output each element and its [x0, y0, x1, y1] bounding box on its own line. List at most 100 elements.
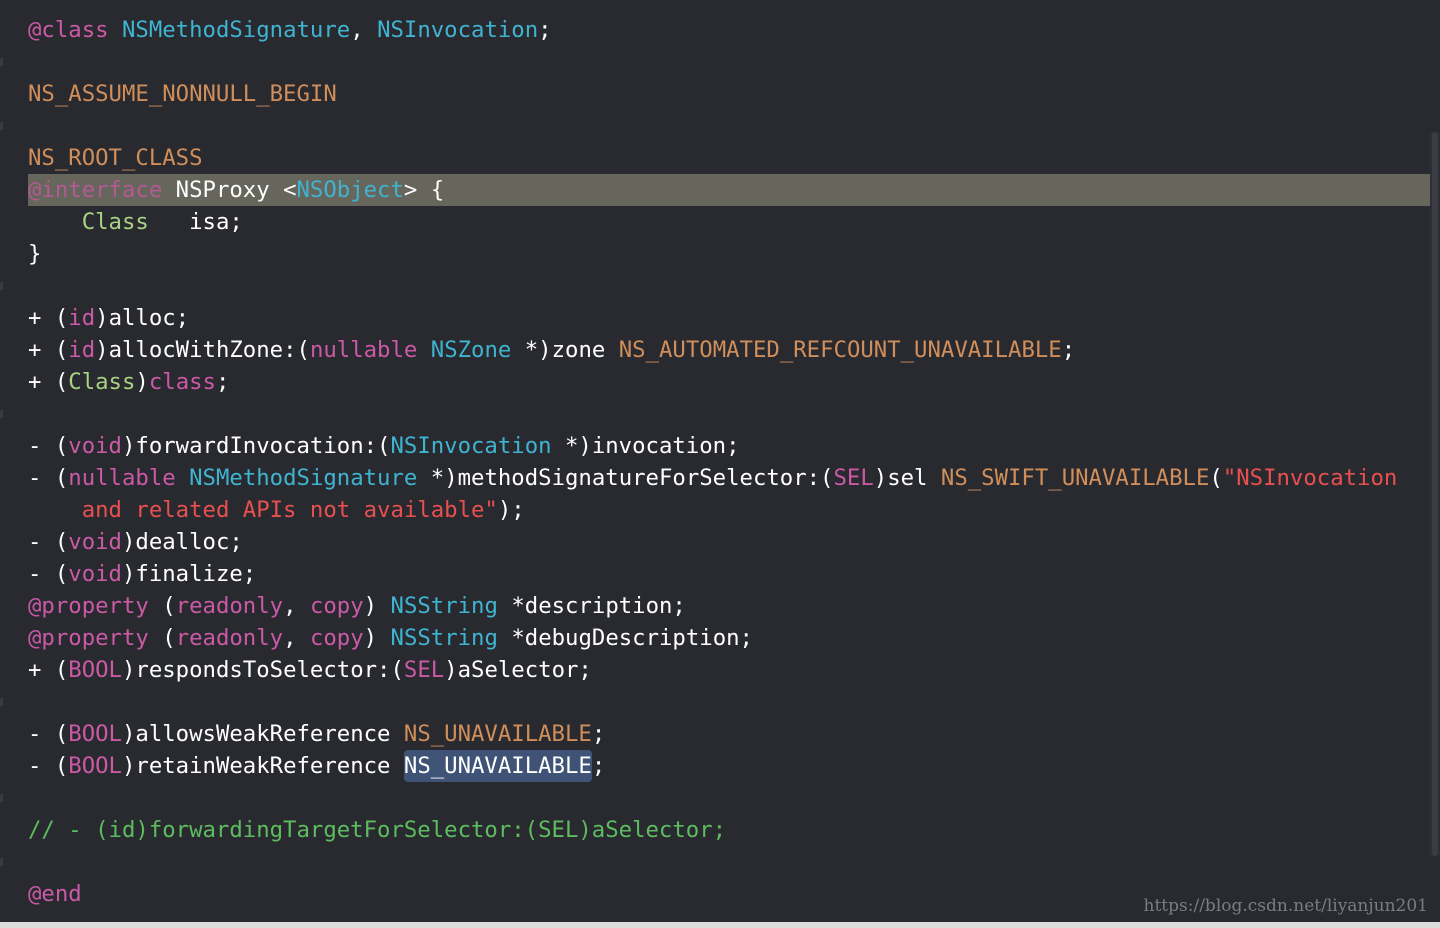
code-token: + ( [28, 657, 69, 683]
code-token: + ( [28, 305, 69, 331]
code-token: - ( [28, 561, 69, 587]
code-token: BOOL [68, 657, 122, 683]
code-token: @property [28, 593, 149, 619]
code-token: *)methodSignatureForSelector:( [417, 465, 834, 491]
code-token: SEL [833, 465, 874, 491]
code-token: class [148, 369, 216, 395]
code-token: SEL [403, 657, 445, 683]
code-token: ) [135, 369, 149, 395]
code-token: nullable [68, 465, 176, 491]
code-line[interactable]: - (nullable NSMethodSignature *)methodSi… [0, 462, 1440, 494]
code-token: and related APIs not available" [81, 497, 498, 523]
code-editor[interactable]: @class NSMethodSignature, NSInvocation; N… [0, 0, 1440, 928]
code-line[interactable] [0, 398, 1440, 430]
code-token: )aSelector; [444, 657, 592, 683]
code-token: NSMethodSignature [189, 465, 418, 491]
code-token: NSString [390, 625, 498, 651]
code-token: )alloc; [95, 305, 190, 331]
code-line-text: NS_ASSUME_NONNULL_BEGIN [28, 78, 337, 110]
code-line[interactable]: @class NSMethodSignature, NSInvocation; [0, 14, 1440, 46]
code-token: readonly [175, 593, 284, 619]
code-line-text: + (Class)class; [28, 366, 229, 398]
code-token: NS_ASSUME_NONNULL_BEGIN [28, 81, 337, 107]
code-token: isa; [148, 209, 243, 235]
code-line-text: @class NSMethodSignature, NSInvocation; [28, 14, 552, 46]
code-token: NS_SWIFT_UNAVAILABLE [940, 465, 1210, 491]
watermark-text: https://blog.csdn.net/liyanjun201 [1143, 896, 1428, 916]
code-token: nullable [309, 337, 418, 363]
code-line[interactable] [0, 46, 1440, 78]
code-line[interactable]: NS_ROOT_CLASS [0, 142, 1440, 174]
code-line[interactable] [0, 686, 1440, 718]
code-line-text: + (id)alloc; [28, 302, 189, 334]
code-token: NSInvocation [390, 433, 552, 459]
code-line-text: - (void)finalize; [28, 558, 256, 590]
code-line[interactable]: - (BOOL)retainWeakReference NS_UNAVAILAB… [0, 750, 1440, 782]
scrollbar-thumb[interactable] [1432, 132, 1438, 856]
code-line[interactable]: // - (id)forwardingTargetForSelector:(SE… [0, 814, 1440, 846]
code-token: Class [81, 209, 149, 235]
code-line-text: Class isa; [28, 206, 243, 238]
code-token: NSString [390, 593, 498, 619]
code-line[interactable]: @interface NSProxy <NSObject> { [0, 174, 1440, 206]
code-token: @interface [28, 177, 163, 203]
code-token: } [28, 241, 42, 267]
code-line[interactable]: Class isa; [0, 206, 1440, 238]
code-line[interactable]: and related APIs not available"); [0, 494, 1440, 526]
code-line[interactable]: - (void)forwardInvocation:(NSInvocation … [0, 430, 1440, 462]
code-token: ; [215, 369, 230, 395]
code-line[interactable] [0, 846, 1440, 878]
code-token: NSMethodSignature [121, 17, 351, 43]
code-token: )dealloc; [121, 529, 243, 555]
code-line[interactable]: } [0, 238, 1440, 270]
code-token: NSInvocation [377, 17, 539, 43]
code-line[interactable]: + (Class)class; [0, 366, 1440, 398]
code-line[interactable]: - (void)finalize; [0, 558, 1440, 590]
code-line-text: @property (readonly, copy) NSString *deb… [28, 622, 753, 654]
code-line-text: - (void)forwardInvocation:(NSInvocation … [28, 430, 740, 462]
code-token: BOOL [68, 721, 122, 747]
code-line[interactable] [0, 270, 1440, 302]
code-token: @end [28, 881, 82, 907]
code-line[interactable]: - (void)dealloc; [0, 526, 1440, 558]
code-line-text: and related APIs not available"); [28, 494, 525, 526]
code-token: NSProxy < [162, 177, 297, 203]
code-line[interactable]: + (id)allocWithZone:(nullable NSZone *)z… [0, 334, 1440, 366]
code-token: )finalize; [121, 561, 257, 587]
code-line[interactable] [0, 782, 1440, 814]
code-line[interactable]: NS_ASSUME_NONNULL_BEGIN [0, 78, 1440, 110]
code-line-text: - (nullable NSMethodSignature *)methodSi… [28, 462, 1397, 494]
code-token: *description; [497, 593, 686, 619]
code-token: - ( [28, 465, 69, 491]
code-line[interactable]: + (BOOL)respondsToSelector:(SEL)aSelecto… [0, 654, 1440, 686]
code-token: NS_AUTOMATED_REFCOUNT_UNAVAILABLE [618, 337, 1062, 363]
code-token: ); [497, 497, 525, 523]
code-token: Class [68, 369, 136, 395]
code-token: @class [28, 17, 109, 43]
code-line[interactable] [0, 110, 1440, 142]
code-token: *)invocation; [551, 433, 740, 459]
code-line[interactable]: @property (readonly, copy) NSString *des… [0, 590, 1440, 622]
code-token: id [68, 337, 96, 363]
bottom-edge [0, 922, 1440, 928]
code-line-text: NS_ROOT_CLASS [28, 142, 203, 174]
code-line-text: - (BOOL)allowsWeakReference NS_UNAVAILAB… [28, 718, 605, 750]
code-token: ( [148, 593, 176, 619]
code-token: readonly [175, 625, 284, 651]
code-token: *)zone [511, 337, 619, 363]
code-line[interactable]: + (id)alloc; [0, 302, 1440, 334]
code-token: ) [363, 625, 391, 651]
code-token: NS_ROOT_CLASS [28, 145, 203, 171]
code-token: copy [309, 593, 364, 619]
code-line[interactable]: @property (readonly, copy) NSString *deb… [0, 622, 1440, 654]
code-token: )respondsToSelector:( [121, 657, 404, 683]
code-token: ; [1061, 337, 1076, 363]
vertical-scrollbar[interactable] [1430, 132, 1440, 856]
code-line[interactable]: - (BOOL)allowsWeakReference NS_UNAVAILAB… [0, 718, 1440, 750]
code-token: void [68, 529, 122, 555]
code-line-text: - (void)dealloc; [28, 526, 243, 558]
